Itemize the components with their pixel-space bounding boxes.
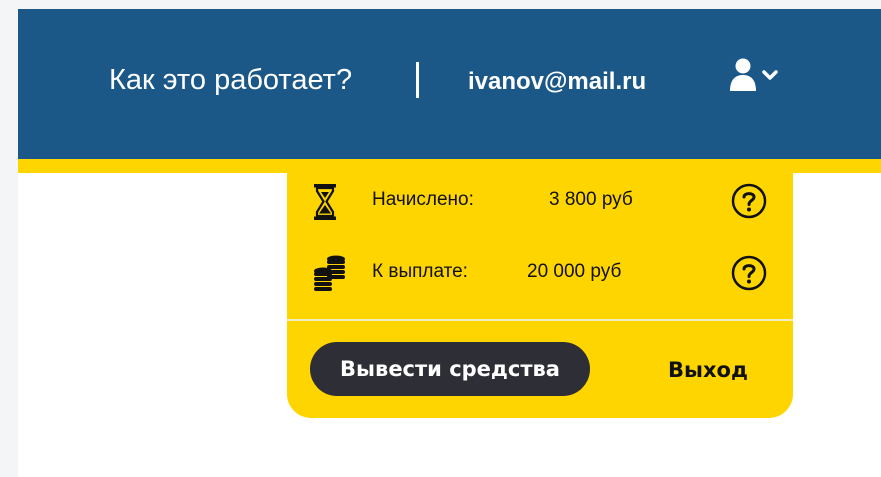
withdraw-funds-button[interactable]: Вывести средства [310,342,590,396]
user-menu-toggle[interactable] [730,58,782,94]
top-strip [0,0,881,9]
dropdown-divider [287,319,793,321]
payable-label: К выплате: [372,261,468,282]
user-email: ivanov@mail.ru [468,68,647,95]
payable-row: К выплате: 20 000 руб [287,249,793,299]
chevron-down-icon [762,70,778,80]
logout-link[interactable]: Выход [668,358,748,382]
left-gutter [0,0,18,477]
coins-icon [313,255,347,298]
hourglass-icon [313,183,337,226]
accrued-label: Начислено: [372,189,474,210]
how-it-works-link[interactable]: Как это работает? [109,60,352,100]
payable-value: 20 000 руб [527,261,622,282]
accrued-row: Начислено: 3 800 руб [287,177,793,227]
header-divider [416,62,419,98]
account-dropdown: Начислено: 3 800 руб К выплате: 20 000 р… [287,165,793,418]
accrued-value: 3 800 руб [549,189,633,210]
question-icon[interactable] [731,255,767,291]
user-icon [730,58,778,91]
question-icon[interactable] [731,183,767,219]
